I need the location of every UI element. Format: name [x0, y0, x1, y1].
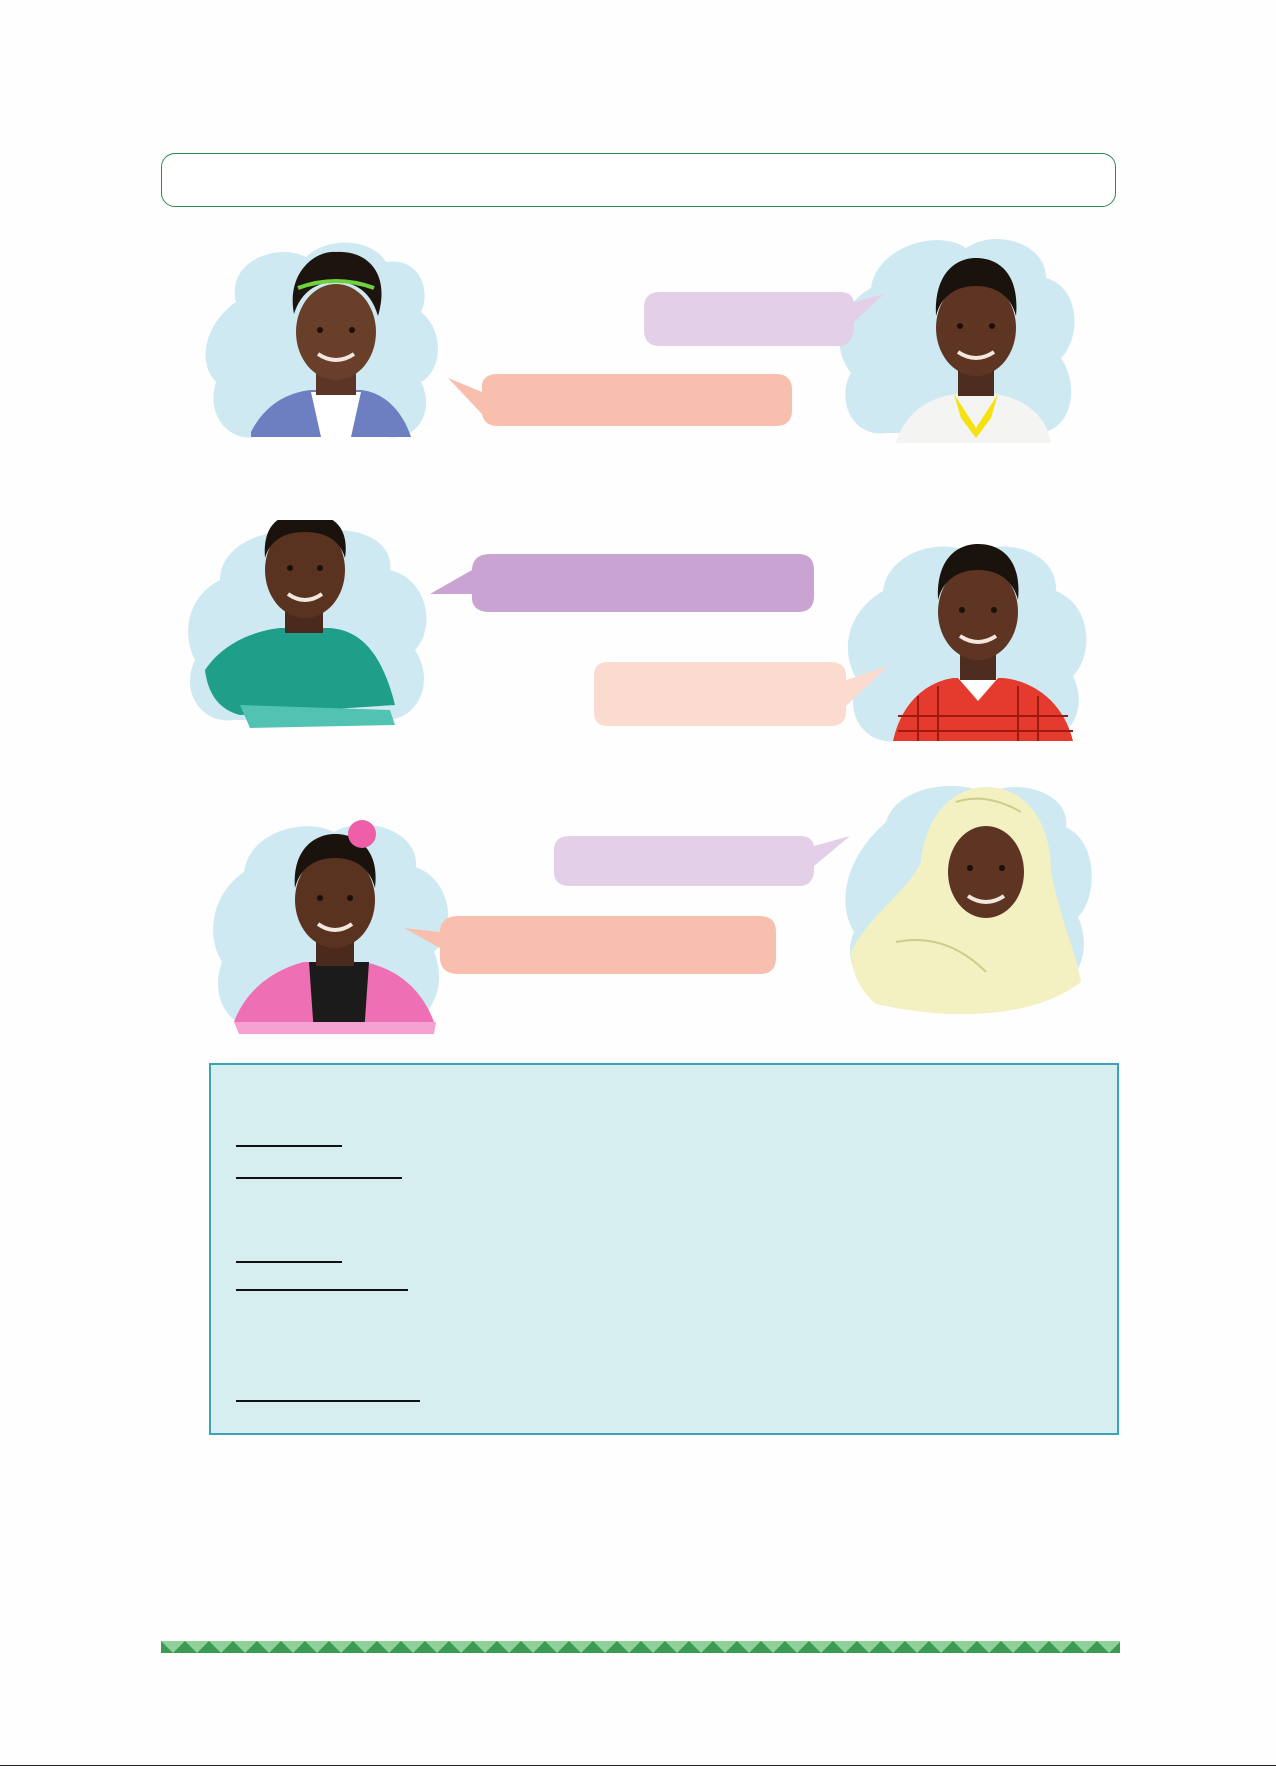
girl-with-green-headband-portrait — [196, 232, 456, 478]
speech-bubble — [640, 288, 886, 350]
answer-blank-line[interactable] — [236, 1400, 420, 1402]
speech-bubble — [428, 550, 818, 616]
decorative-footer-band — [161, 1640, 1120, 1653]
answer-blank-line[interactable] — [236, 1261, 342, 1263]
answer-blank-line[interactable] — [236, 1289, 408, 1291]
page-bottom-rule — [0, 1765, 1276, 1766]
girl-in-cream-headscarf-portrait — [836, 782, 1104, 1022]
speech-bubble-text — [550, 832, 852, 890]
activity-heading-box — [161, 153, 1116, 207]
speech-bubble-text — [428, 550, 818, 616]
boy-in-teal-shirt-portrait — [180, 520, 442, 742]
answer-blank-line[interactable] — [236, 1145, 342, 1147]
speech-bubble-text — [590, 658, 890, 730]
speech-bubble-text — [640, 288, 886, 350]
speech-bubble — [550, 832, 852, 890]
notes-box — [209, 1063, 1119, 1435]
speech-bubble — [590, 658, 890, 730]
speech-bubble-text — [402, 912, 780, 978]
answer-blank-line[interactable] — [236, 1177, 402, 1179]
speech-bubble — [402, 912, 780, 978]
speech-bubble-text — [446, 370, 796, 430]
speech-bubble — [446, 370, 796, 430]
